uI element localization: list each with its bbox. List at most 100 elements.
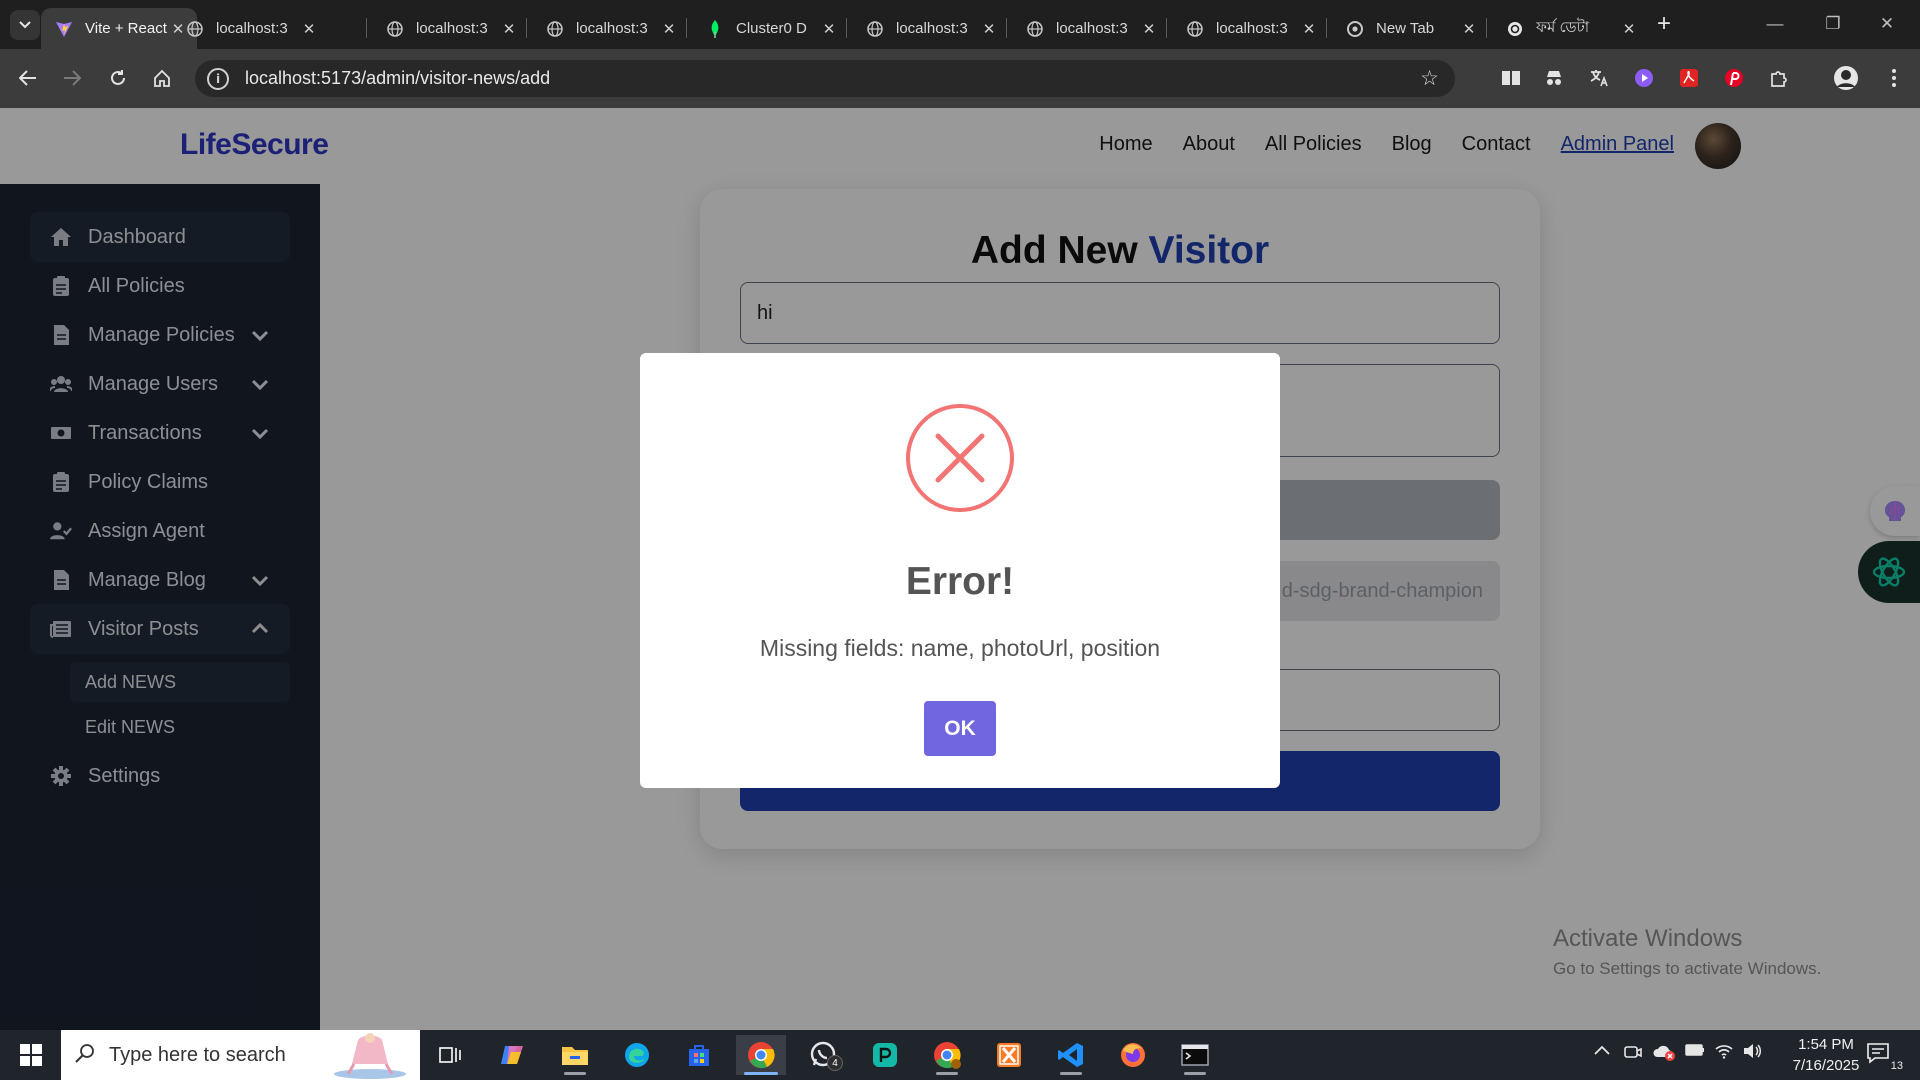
- globe-icon: [866, 20, 884, 38]
- globe-icon: [1026, 20, 1044, 38]
- file-explorer-icon[interactable]: [550, 1035, 600, 1075]
- tab-title: localhost:3: [1216, 20, 1288, 37]
- clock-time: 1:54 PM: [1798, 1036, 1854, 1053]
- whatsapp-badge: 4: [827, 1055, 843, 1071]
- address-bar[interactable]: i localhost:5173/admin/visitor-news/add …: [195, 60, 1455, 97]
- error-alert-dialog: Error! Missing fields: name, photoUrl, p…: [640, 353, 1280, 788]
- tab-new-tab[interactable]: New Tab ✕: [1332, 8, 1488, 49]
- tray-overflow-chevron-icon[interactable]: [1594, 1043, 1610, 1061]
- close-window-button[interactable]: ✕: [1864, 10, 1910, 38]
- tab-localhost[interactable]: localhost:3 ✕: [1172, 8, 1328, 49]
- globe-icon: [1186, 20, 1204, 38]
- close-icon[interactable]: ✕: [1300, 20, 1318, 38]
- meet-now-icon[interactable]: [1624, 1043, 1642, 1066]
- tab-separator: [846, 18, 847, 38]
- close-icon[interactable]: ✕: [1620, 20, 1638, 38]
- battery-icon[interactable]: [1685, 1043, 1705, 1062]
- tab-title: localhost:3: [576, 20, 648, 37]
- volume-icon[interactable]: [1742, 1043, 1762, 1064]
- close-icon[interactable]: ✕: [500, 20, 518, 38]
- tab-separator: [1326, 18, 1327, 38]
- tab-separator: [526, 18, 527, 38]
- wifi-icon[interactable]: [1714, 1043, 1734, 1064]
- taskbar-search-box[interactable]: Type here to search: [61, 1030, 420, 1080]
- terminal-icon[interactable]: [1170, 1035, 1220, 1075]
- browser-menu-icon[interactable]: [1880, 64, 1908, 92]
- close-icon[interactable]: ✕: [1460, 20, 1478, 38]
- tab-title: New Tab: [1376, 20, 1435, 37]
- running-indicator: [1184, 1072, 1206, 1075]
- alert-title: Error!: [905, 560, 1015, 603]
- tab-separator: [366, 18, 367, 38]
- tab-title: localhost:3: [1056, 20, 1128, 37]
- running-indicator: [1060, 1072, 1082, 1075]
- notification-count: 13: [1887, 1060, 1906, 1072]
- globe-icon: [186, 20, 204, 38]
- search-placeholder: Type here to search: [109, 1043, 286, 1066]
- back-button[interactable]: [13, 63, 43, 93]
- whatsapp-icon[interactable]: 4: [798, 1035, 848, 1075]
- onedrive-error-icon[interactable]: [1652, 1043, 1676, 1066]
- tab-search-button[interactable]: [10, 10, 40, 40]
- extension-play-icon[interactable]: [1630, 64, 1658, 92]
- url-text: localhost:5173/admin/visitor-news/add: [245, 68, 551, 88]
- pycharm-icon[interactable]: [860, 1035, 910, 1075]
- reading-list-icon[interactable]: [1497, 64, 1525, 92]
- browser-toolbar: i localhost:5173/admin/visitor-news/add …: [0, 49, 1920, 108]
- mongodb-leaf-icon: [706, 19, 724, 38]
- restore-button[interactable]: ❐: [1810, 10, 1856, 38]
- clock-date: 7/16/2025: [1792, 1057, 1860, 1074]
- tab-localhost[interactable]: localhost:3 ✕: [852, 8, 1008, 49]
- notification-center-icon[interactable]: 13: [1866, 1042, 1906, 1072]
- extension-incognito-icon[interactable]: [1540, 64, 1568, 92]
- home-button[interactable]: [147, 63, 177, 93]
- tab-localhost[interactable]: localhost:3 ✕: [172, 8, 328, 49]
- copilot-icon[interactable]: [488, 1035, 538, 1075]
- close-icon[interactable]: ✕: [820, 20, 838, 38]
- tab-separator: [1166, 18, 1167, 38]
- extensions-puzzle-icon[interactable]: [1765, 64, 1793, 92]
- system-clock[interactable]: 1:54 PM 7/16/2025: [1776, 1034, 1876, 1076]
- globe-icon: [546, 20, 564, 38]
- firefox-icon[interactable]: [1108, 1035, 1158, 1075]
- task-view-icon[interactable]: [425, 1035, 475, 1075]
- search-highlight-illustration: [328, 1030, 412, 1080]
- close-icon[interactable]: ✕: [980, 20, 998, 38]
- tab-title: Cluster0 D: [736, 20, 807, 37]
- search-icon: [75, 1043, 95, 1068]
- chrome-profile-icon[interactable]: [922, 1035, 972, 1075]
- reload-button[interactable]: [103, 63, 133, 93]
- running-indicator: [936, 1072, 958, 1075]
- extension-pdf-icon[interactable]: [1675, 64, 1703, 92]
- edge-browser-icon[interactable]: [612, 1035, 662, 1075]
- profile-avatar-icon[interactable]: [1832, 64, 1860, 92]
- chrome-icon: [1346, 20, 1364, 38]
- tab-mongodb[interactable]: Cluster0 D ✕: [692, 8, 848, 49]
- close-icon[interactable]: ✕: [660, 20, 678, 38]
- forward-button[interactable]: [57, 63, 87, 93]
- windows-taskbar: Type here to search 4 1:54 PM 7/16/2025 …: [0, 1030, 1920, 1080]
- tab-title: localhost:3: [416, 20, 488, 37]
- tab-localhost[interactable]: localhost:3 ✕: [532, 8, 688, 49]
- tab-chatgpt[interactable]: ফর্ম ডেটা ✕: [1492, 8, 1648, 49]
- site-info-icon[interactable]: i: [207, 67, 229, 90]
- chrome-taskbar-icon[interactable]: [736, 1035, 786, 1075]
- microsoft-store-icon[interactable]: [674, 1035, 724, 1075]
- xampp-icon[interactable]: [984, 1035, 1034, 1075]
- close-icon[interactable]: ✕: [300, 20, 318, 38]
- extension-translate-icon[interactable]: [1585, 64, 1613, 92]
- extension-pinterest-icon[interactable]: [1720, 64, 1748, 92]
- alert-message: Missing fields: name, photoUrl, position: [759, 635, 1161, 661]
- tab-localhost[interactable]: localhost:3 ✕: [372, 8, 528, 49]
- bookmark-star-icon[interactable]: ☆: [1420, 66, 1439, 91]
- windows-start-button[interactable]: [10, 1040, 52, 1070]
- tab-localhost[interactable]: localhost:3 ✕: [1012, 8, 1168, 49]
- tab-title: Vite + React: [85, 20, 167, 37]
- running-indicator: [744, 1072, 778, 1075]
- vscode-icon[interactable]: [1046, 1035, 1096, 1075]
- ok-button[interactable]: OK: [924, 701, 996, 756]
- minimize-button[interactable]: —: [1752, 10, 1798, 38]
- close-icon[interactable]: ✕: [1140, 20, 1158, 38]
- new-tab-button[interactable]: +: [1650, 10, 1678, 38]
- tab-title: ফর্ম ডেটা: [1536, 19, 1590, 36]
